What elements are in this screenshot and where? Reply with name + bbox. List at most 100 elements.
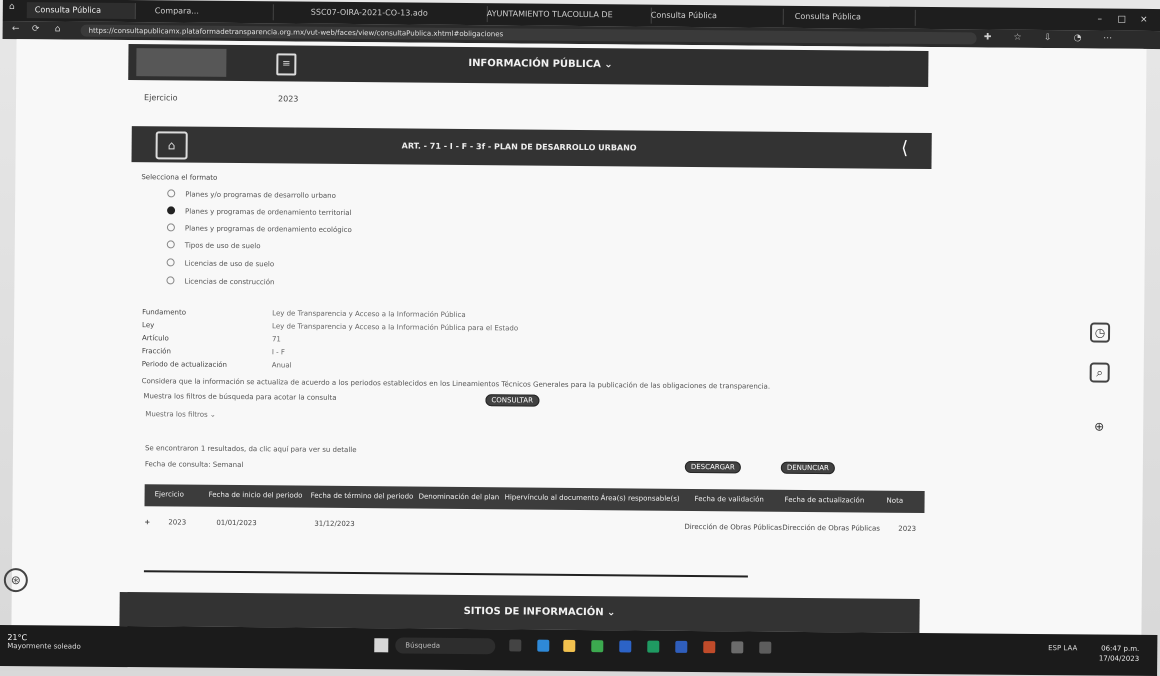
downloads-icon[interactable]: ⇩ (1043, 33, 1053, 43)
start-icon[interactable] (374, 638, 389, 653)
tab-3[interactable]: SSC07-OIRA-2021-CO-13.ado (302, 4, 488, 23)
format-option[interactable]: Licencias de construcción (166, 276, 275, 287)
column-header[interactable]: Fecha de actualización (785, 496, 865, 505)
cell-area: Dirección de Obras Públicas (684, 522, 782, 532)
clock[interactable]: 06:47 p.m. 17/04/2023 (1099, 644, 1140, 664)
taskbar-search[interactable]: Búsqueda (395, 637, 496, 655)
radio-icon (166, 258, 175, 267)
settings-icon[interactable]: ⋯ (1103, 34, 1113, 44)
refresh-icon[interactable]: ⟳ (31, 24, 41, 34)
tab-label: Consulta Pública (794, 11, 862, 22)
format-option[interactable]: Planes y programas de ordenamiento terri… (167, 206, 352, 217)
consultar-button[interactable]: CONSULTAR (485, 394, 540, 407)
obligation-title: ART. - 71 - I - F - 3f - PLAN DE DESARRO… (401, 141, 637, 153)
app-icon[interactable] (759, 641, 772, 654)
outlook-icon[interactable] (675, 640, 688, 653)
radio-icon (166, 240, 175, 249)
meta-value: I - F (271, 348, 285, 357)
format-option[interactable]: Planes y programas de ordenamiento ecoló… (166, 223, 352, 235)
weather-text: Mayormente soleado (7, 642, 81, 651)
minimize-icon[interactable]: – (1095, 14, 1105, 25)
explorer-icon[interactable] (563, 639, 576, 652)
table-scrollbar[interactable] (143, 570, 748, 578)
system-tray[interactable]: ESP LAA (1048, 644, 1077, 652)
magnifier-icon[interactable]: ⌕ (1089, 362, 1110, 383)
tab-1[interactable]: Consulta Pública (26, 2, 136, 20)
cell-actualizacion: Dirección de Obras Públicas (782, 523, 880, 533)
table-row[interactable]: + 2023 01/01/2023 31/12/2023 Dirección d… (144, 510, 924, 539)
building-icon: ⌂ (155, 131, 188, 160)
formats-label: Selecciona el formato (141, 173, 218, 182)
meta-label: Artículo (141, 334, 169, 343)
results-summary: Se encontraron 1 resultados, da clic aqu… (144, 444, 357, 455)
favorites-icon[interactable]: ☆ (1013, 33, 1023, 43)
radio-icon (166, 276, 175, 285)
meta-value: Ley de Transparencia y Acceso a la Infor… (272, 322, 519, 333)
clock-date: 17/04/2023 (1098, 654, 1140, 663)
taskview-icon[interactable] (509, 639, 522, 652)
page: ≡ INFORMACIÓN PÚBLICA ⌄ Ejercicio 2023 ⌂… (11, 39, 1147, 635)
format-option-label: Tipos de uso de suelo (184, 241, 261, 251)
column-header[interactable]: Nota (887, 497, 904, 505)
share-icon[interactable]: ⟨ (896, 138, 914, 159)
format-option-label: Planes y/o programas de desarrollo urban… (185, 190, 336, 200)
format-option-label: Planes y programas de ordenamiento ecoló… (184, 224, 352, 235)
top-navbar: ≡ INFORMACIÓN PÚBLICA ⌄ (128, 44, 929, 88)
tab-6[interactable]: Consulta Pública (786, 8, 916, 26)
cell-inicio: 01/01/2023 (216, 518, 257, 528)
column-header[interactable]: Área(s) responsable(s) (601, 494, 680, 503)
edge-icon[interactable] (537, 639, 550, 652)
screen: ⌂ Consulta Pública Compara... SSC07-OIRA… (0, 0, 1160, 676)
chrome-icon[interactable] (591, 640, 604, 653)
column-header[interactable]: Fecha de inicio del periodo (209, 491, 303, 500)
browser-menu-icon[interactable]: ⌂ (7, 2, 17, 12)
column-header[interactable]: Ejercicio (155, 490, 184, 498)
column-header[interactable]: Hipervínculo al documento (505, 493, 599, 502)
close-icon[interactable]: × (1139, 15, 1149, 25)
store-icon[interactable] (731, 641, 744, 654)
radio-icon (166, 223, 175, 232)
format-option-label: Licencias de construcción (184, 277, 275, 287)
results-table-header: Ejercicio Fecha de inicio del periodo Fe… (144, 484, 925, 514)
extensions-icon[interactable]: ✚ (983, 33, 993, 43)
sitios-informacion-menu[interactable]: SITIOS DE INFORMACIÓN ⌄ (464, 606, 616, 618)
column-header[interactable]: Denominación del plan (419, 493, 500, 502)
row-expand-icon[interactable]: + (144, 518, 150, 526)
ejercicio-value[interactable]: 2023 (278, 94, 298, 103)
info-publica-menu[interactable]: INFORMACIÓN PÚBLICA ⌄ (468, 58, 612, 70)
excel-icon[interactable] (647, 640, 660, 653)
tab-label: AYUNTAMIENTO TLACOLULA DE (486, 9, 613, 20)
menu-icon[interactable]: ≡ (276, 53, 297, 76)
back-icon[interactable]: ← (11, 24, 21, 34)
home-icon[interactable]: ⌂ (53, 24, 63, 34)
tab-2[interactable]: Compara... (146, 3, 274, 21)
site-logo (136, 48, 227, 77)
radio-icon (167, 189, 176, 198)
show-filters-link[interactable]: Muestra los filtros ⌄ (145, 410, 216, 419)
format-option[interactable]: Tipos de uso de suelo (166, 240, 261, 251)
obligation-header: ⌂ ART. - 71 - I - F - 3f - PLAN DE DESAR… (131, 126, 932, 170)
powerpoint-icon[interactable] (703, 641, 716, 654)
weather-widget[interactable]: 21°C Mayormente soleado (7, 633, 81, 651)
cell-ejercicio: 2023 (168, 518, 187, 527)
photo-frame: ⌂ Consulta Pública Compara... SSC07-OIRA… (0, 0, 1160, 676)
meta-value: Anual (271, 361, 292, 370)
download-button[interactable]: DESCARGAR (684, 460, 741, 474)
format-option[interactable]: Licencias de uso de suelo (166, 258, 275, 268)
maximize-icon[interactable]: □ (1117, 15, 1127, 25)
accessibility-icon[interactable]: ⊛ (3, 567, 28, 593)
clock-icon[interactable]: ◷ (1089, 322, 1111, 343)
cell-termino: 31/12/2023 (314, 519, 355, 529)
results-date: Fecha de consulta: Semanal (144, 460, 244, 470)
column-header[interactable]: Fecha de validación (695, 495, 764, 504)
meta-label: Fracción (141, 347, 171, 356)
tab-4[interactable]: AYUNTAMIENTO TLACOLULA DE (478, 6, 652, 24)
format-option[interactable]: Planes y/o programas de desarrollo urban… (167, 189, 336, 200)
update-note: Considera que la información se actualiz… (141, 377, 771, 391)
word-icon[interactable] (619, 640, 632, 653)
column-header[interactable]: Fecha de término del periodo (311, 492, 414, 501)
plus-icon[interactable]: ⊕ (1091, 418, 1107, 434)
tab-5[interactable]: Consulta Pública (642, 7, 784, 25)
report-button[interactable]: DENUNCIAR (780, 461, 835, 475)
profile-icon[interactable]: ◔ (1073, 33, 1083, 43)
